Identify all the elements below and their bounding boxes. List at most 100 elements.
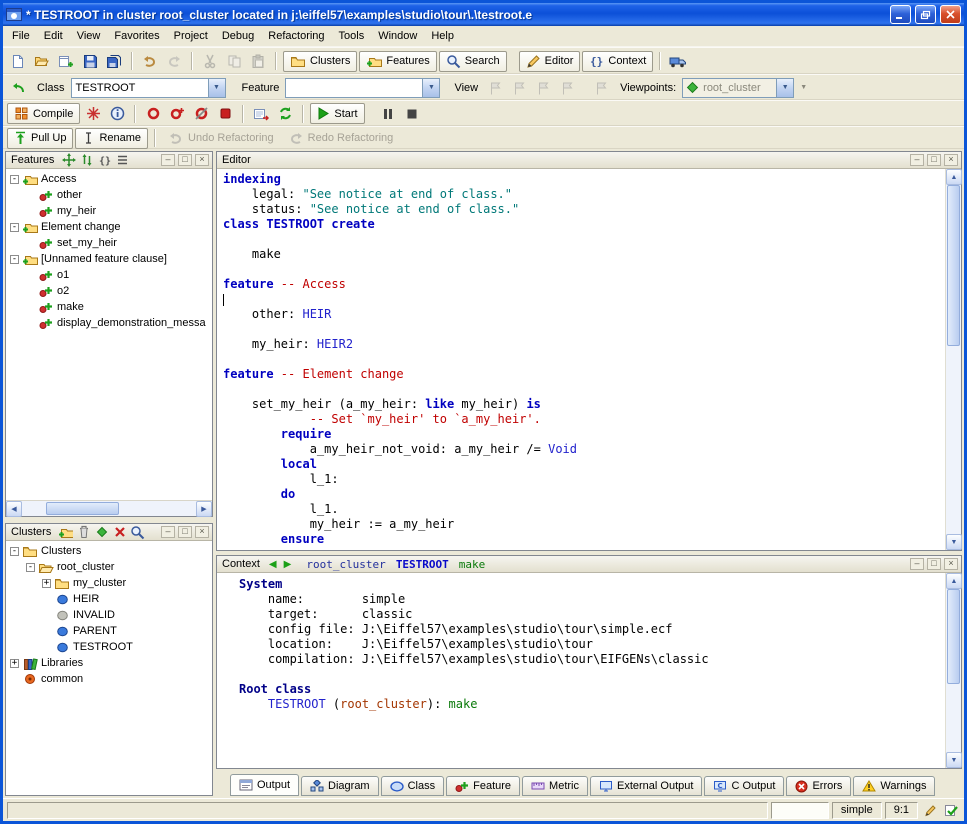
close-button[interactable]: [940, 5, 961, 24]
paste-button[interactable]: [247, 50, 269, 72]
refresh-button[interactable]: [274, 103, 296, 125]
tree-item-set-my-heir[interactable]: set_my_heir: [6, 235, 212, 251]
panel-minimize-button[interactable]: –: [910, 558, 924, 570]
back-icon[interactable]: ◀: [267, 559, 279, 570]
tree-item-make[interactable]: make: [6, 299, 212, 315]
context-vscrollbar[interactable]: ▲ ▼: [945, 573, 961, 768]
tab-errors[interactable]: Errors: [786, 776, 851, 796]
external-commands-button[interactable]: [667, 50, 689, 72]
chevron-down-icon[interactable]: ▼: [776, 79, 793, 97]
save-all-button[interactable]: [103, 50, 125, 72]
title-bar[interactable]: * TESTROOT in cluster root_cluster locat…: [3, 3, 964, 26]
editor-button[interactable]: Editor: [519, 51, 581, 72]
breadcrumb-class[interactable]: TESTROOT: [396, 558, 449, 571]
stop-button[interactable]: [401, 103, 423, 125]
view-option-icon[interactable]: [532, 77, 554, 99]
scrollbar-track[interactable]: [946, 589, 961, 752]
tab-warnings[interactable]: Warnings: [853, 776, 935, 796]
panel-maximize-button[interactable]: □: [178, 526, 192, 538]
tree-expander-icon[interactable]: +: [10, 659, 19, 668]
redo-button[interactable]: [163, 50, 185, 72]
class-combobox[interactable]: TESTROOT ▼: [71, 78, 226, 98]
features-button[interactable]: Features: [359, 51, 436, 72]
minimize-button[interactable]: [890, 5, 911, 24]
tree-item-heir[interactable]: HEIR: [6, 591, 212, 607]
editor-vscrollbar[interactable]: ▲ ▼: [945, 169, 961, 550]
undo-button[interactable]: [139, 50, 161, 72]
restore-button[interactable]: [915, 5, 936, 24]
clusters-panel-caption[interactable]: Clusters – □ ×: [6, 524, 212, 541]
bp-ring-button[interactable]: [142, 103, 164, 125]
feature-combobox[interactable]: ▼: [285, 78, 440, 98]
redo-refactoring-button[interactable]: Redo Refactoring: [282, 128, 400, 149]
bp-square-button[interactable]: [214, 103, 236, 125]
scroll-right-button[interactable]: ▶: [196, 501, 212, 517]
save-button[interactable]: [79, 50, 101, 72]
menu-debug[interactable]: Debug: [215, 27, 261, 45]
tree-item-element-change[interactable]: -Element change: [6, 219, 212, 235]
edit-mode-icon[interactable]: [921, 802, 939, 819]
panel-minimize-button[interactable]: –: [161, 526, 175, 538]
open-button[interactable]: [31, 50, 53, 72]
scroll-up-button[interactable]: ▲: [946, 573, 962, 589]
tree-item-o1[interactable]: o1: [6, 267, 212, 283]
tree-item-my-cluster[interactable]: +my_cluster: [6, 575, 212, 591]
tab-metric[interactable]: Metric: [522, 776, 588, 796]
features-tree[interactable]: -Accessothermy_heir-Element changeset_my…: [6, 169, 212, 500]
tree-item-testroot[interactable]: TESTROOT: [6, 639, 212, 655]
tree-expander-icon[interactable]: -: [10, 223, 19, 232]
delete-icon[interactable]: [112, 525, 127, 539]
context-panel-caption[interactable]: Context ◀ ▶ root_clusterTESTROOTmake – □…: [217, 556, 961, 573]
clusters-tree[interactable]: -Clusters-root_cluster+my_clusterHEIRINV…: [6, 541, 212, 795]
breadcrumb-cluster[interactable]: root_cluster: [306, 558, 385, 571]
tree-item-other[interactable]: other: [6, 187, 212, 203]
editor-panel-caption[interactable]: Editor – □ ×: [217, 152, 961, 169]
history-button[interactable]: [7, 77, 29, 99]
panel-close-button[interactable]: ×: [195, 154, 209, 166]
menu-edit[interactable]: Edit: [37, 27, 70, 45]
new-window-button[interactable]: [55, 50, 77, 72]
panel-maximize-button[interactable]: □: [927, 558, 941, 570]
tree-item-display-demonstration-messa[interactable]: display_demonstration_messa: [6, 315, 212, 331]
rename-button[interactable]: Rename: [75, 128, 148, 149]
tree-item-libraries[interactable]: +Libraries: [6, 655, 212, 671]
tree-item-root-cluster[interactable]: -root_cluster: [6, 559, 212, 575]
bp-slash-button[interactable]: [190, 103, 212, 125]
trash-icon[interactable]: [76, 525, 91, 539]
tree-item-unnamed-feature-clause[interactable]: -[Unnamed feature clause]: [6, 251, 212, 267]
freeze-button[interactable]: [82, 103, 104, 125]
scrollbar-thumb[interactable]: [947, 589, 960, 684]
cut-button[interactable]: [199, 50, 221, 72]
info-button[interactable]: [106, 103, 128, 125]
new-file-button[interactable]: [7, 50, 29, 72]
panel-maximize-button[interactable]: □: [927, 154, 941, 166]
tree-item-access[interactable]: -Access: [6, 171, 212, 187]
pull-up-button[interactable]: Pull Up: [7, 128, 73, 149]
features-hscrollbar[interactable]: ◀ ▶: [6, 500, 212, 516]
forward-icon[interactable]: ▶: [282, 559, 294, 570]
menu-window[interactable]: Window: [371, 27, 424, 45]
search-button[interactable]: Search: [439, 51, 507, 72]
panel-close-button[interactable]: ×: [944, 154, 958, 166]
menu-favorites[interactable]: Favorites: [107, 27, 166, 45]
panel-minimize-button[interactable]: –: [161, 154, 175, 166]
breadcrumb-feature[interactable]: make: [459, 558, 486, 571]
tab-diagram[interactable]: Diagram: [301, 776, 379, 796]
view-option-icon[interactable]: [508, 77, 530, 99]
panel-maximize-button[interactable]: □: [178, 154, 192, 166]
menu-icon[interactable]: [115, 153, 130, 167]
chevron-down-icon[interactable]: ▼: [422, 79, 439, 97]
menu-refactoring[interactable]: Refactoring: [261, 27, 331, 45]
tree-item-clusters[interactable]: -Clusters: [6, 543, 212, 559]
search-icon[interactable]: [130, 525, 145, 539]
start-button[interactable]: Start: [310, 103, 364, 124]
pause-button[interactable]: [377, 103, 399, 125]
view-option-icon[interactable]: [590, 77, 612, 99]
panel-close-button[interactable]: ×: [944, 558, 958, 570]
tree-item-parent[interactable]: PARENT: [6, 623, 212, 639]
panel-close-button[interactable]: ×: [195, 526, 209, 538]
tree-expander-icon[interactable]: -: [10, 547, 19, 556]
menu-view[interactable]: View: [70, 27, 108, 45]
context-button[interactable]: {}Context: [582, 51, 653, 72]
chevron-down-icon[interactable]: ▼: [208, 79, 225, 97]
